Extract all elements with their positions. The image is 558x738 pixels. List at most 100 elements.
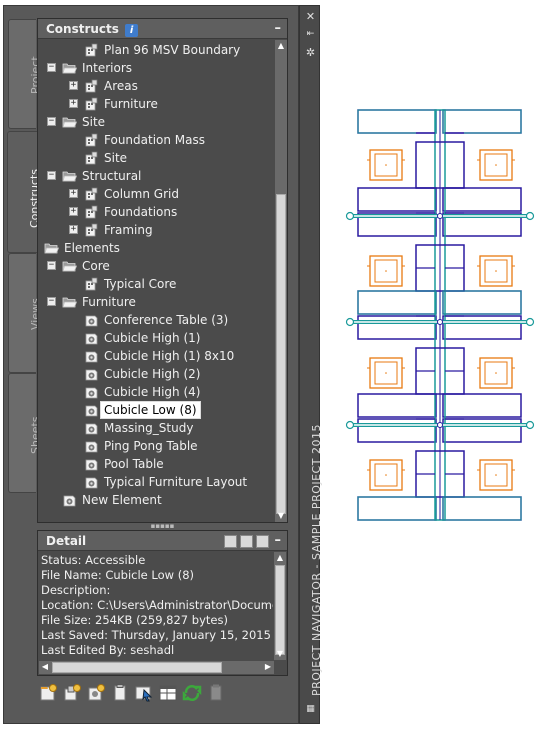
tree-node[interactable]: + Furniture	[38, 95, 274, 113]
tree-node-label: Ping Pong Table	[104, 439, 198, 453]
new-construct-folder-icon[interactable]	[62, 683, 82, 703]
collapse-node-icon[interactable]: −	[47, 63, 56, 72]
tree-node[interactable]: Cubicle High (1) 8x10	[38, 347, 274, 365]
tree-node[interactable]: + Framing	[38, 221, 274, 239]
auto-hide-icon[interactable]: ⇤	[304, 28, 317, 41]
element-icon	[84, 421, 99, 435]
properties-icon[interactable]: ✲	[304, 46, 317, 59]
desk-panel	[442, 187, 522, 212]
detail-view-icon[interactable]	[256, 535, 269, 548]
scroll-down-icon[interactable]: ▼	[275, 510, 287, 522]
beam-end	[525, 317, 535, 327]
desk-panel	[357, 393, 437, 418]
expand-icon[interactable]: +	[69, 99, 78, 108]
element-icon	[84, 439, 99, 453]
beam-end	[525, 420, 535, 430]
tree-node[interactable]: Conference Table (3)	[38, 311, 274, 329]
tree-node[interactable]: Cubicle High (1)	[38, 329, 274, 347]
new-element-icon[interactable]	[86, 683, 106, 703]
scrollbar-thumb[interactable]	[276, 194, 286, 514]
tree-node[interactable]: Cubicle High (4)	[38, 383, 274, 401]
add-construct-icon[interactable]	[38, 683, 58, 703]
tree-node[interactable]: New Element	[38, 491, 274, 509]
tree-node[interactable]: Cubicle High (2)	[38, 365, 274, 383]
trim	[357, 290, 437, 315]
tree-node[interactable]: − Core	[38, 257, 274, 275]
tree-node[interactable]: Site	[38, 149, 274, 167]
info-icon[interactable]: i	[125, 24, 139, 37]
desk-panel	[442, 418, 522, 443]
detail-status: Status: Accessible	[41, 553, 146, 567]
folder-open-icon	[44, 241, 60, 255]
tree-node-label: Typical Furniture Layout	[104, 475, 248, 489]
tree-node[interactable]: + Areas	[38, 77, 274, 95]
construct-icon	[84, 43, 99, 57]
detail-horizontal-scrollbar[interactable]: ◀ ▶	[39, 661, 274, 674]
tab-sheets[interactable]: Sheets	[8, 373, 42, 493]
tree-node[interactable]: − Furniture	[38, 293, 274, 311]
constructs-panel: Constructs i – Plan 96 MSV Boundary − Inte…	[37, 18, 288, 523]
scroll-up-icon[interactable]: ▲	[275, 40, 287, 52]
scroll-right-icon[interactable]: ▶	[262, 661, 274, 673]
tree-node[interactable]: Ping Pong Table	[38, 437, 274, 455]
tree-node[interactable]: − Site	[38, 113, 274, 131]
palette-menu-icon[interactable]: ▦	[304, 703, 317, 716]
application-root: Project Constructs Views Sheets ✕ ⇤ ✲ PR…	[0, 0, 558, 738]
desk-panel	[442, 393, 522, 418]
tab-constructs[interactable]: Constructs	[7, 131, 41, 253]
expand-icon[interactable]: +	[69, 189, 78, 198]
tree-node[interactable]: Plan 96 MSV Boundary	[38, 41, 274, 59]
element-icon	[84, 313, 99, 327]
preview-icon[interactable]	[240, 535, 253, 548]
element-icon	[84, 457, 99, 471]
tab-views[interactable]: Views	[8, 253, 42, 373]
expand-icon[interactable]: +	[69, 207, 78, 216]
splitter-grip[interactable]: ▪▪▪▪▪	[37, 523, 288, 530]
construct-icon	[84, 133, 99, 147]
constructs-header: Constructs i –	[38, 19, 287, 39]
collapse-node-icon[interactable]: −	[47, 297, 56, 306]
tree-node-label: Furniture	[104, 97, 158, 111]
collapse-node-icon[interactable]: −	[47, 171, 56, 180]
close-icon[interactable]: ✕	[304, 10, 317, 23]
construct-icon	[84, 223, 99, 237]
collapse-icon[interactable]: –	[275, 531, 282, 551]
tab-project[interactable]: Project	[8, 19, 42, 129]
refresh-icon[interactable]	[182, 683, 202, 703]
construct-icon	[84, 187, 99, 201]
chair-center	[385, 474, 387, 476]
scroll-up-icon[interactable]: ▲	[274, 552, 286, 564]
scroll-down-icon[interactable]: ▼	[274, 648, 286, 660]
detail-mode-icon[interactable]	[224, 535, 237, 548]
properties-table-icon[interactable]	[158, 683, 178, 703]
desk-panel	[357, 290, 437, 315]
folder-open-icon	[62, 61, 78, 75]
tree-node[interactable]: −Elements	[38, 239, 274, 257]
tree-node-label: Site	[82, 115, 106, 129]
scrollbar-thumb[interactable]	[52, 662, 222, 673]
tree-node[interactable]: Typical Furniture Layout	[38, 473, 274, 491]
tree-node[interactable]: − Interiors	[38, 59, 274, 77]
tree-node[interactable]: Typical Core	[38, 275, 274, 293]
tree-node[interactable]: Massing_Study	[38, 419, 274, 437]
tree-node[interactable]: Foundation Mass	[38, 131, 274, 149]
scrollbar-thumb[interactable]	[275, 565, 285, 655]
tree-node[interactable]: Cubicle Low (8)	[38, 401, 274, 419]
repath-project-icon[interactable]	[206, 683, 226, 703]
open-drawing-icon[interactable]	[110, 683, 130, 703]
tree-scrollbar[interactable]: ▲ ▼	[275, 40, 287, 522]
collapse-node-icon[interactable]: −	[47, 261, 56, 270]
expand-icon[interactable]: +	[69, 225, 78, 234]
element-icon	[84, 349, 99, 363]
scroll-left-icon[interactable]: ◀	[39, 661, 51, 673]
tree-node[interactable]: − Structural	[38, 167, 274, 185]
collapse-node-icon[interactable]: −	[47, 117, 56, 126]
collapse-icon[interactable]: –	[275, 19, 282, 39]
expand-icon[interactable]: +	[69, 81, 78, 90]
tree-node[interactable]: + Column Grid	[38, 185, 274, 203]
tree-node[interactable]: Pool Table	[38, 455, 274, 473]
cursor-tool-icon[interactable]	[134, 683, 154, 703]
tree-node[interactable]: + Foundations	[38, 203, 274, 221]
detail-vertical-scrollbar[interactable]: ▲ ▼	[274, 552, 286, 660]
beam-end	[345, 211, 355, 221]
